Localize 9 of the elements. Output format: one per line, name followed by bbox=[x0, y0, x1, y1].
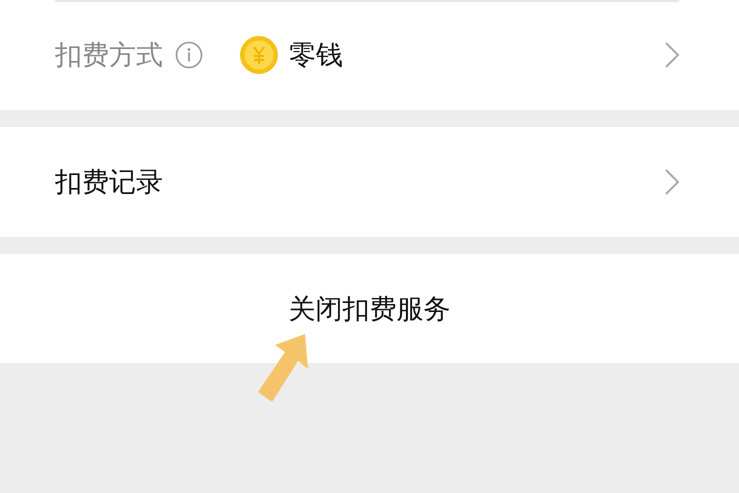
chevron-icon bbox=[664, 168, 680, 196]
pointer-arrow-drawing bbox=[258, 334, 310, 404]
coin-icon bbox=[239, 35, 279, 75]
payment-method-label: 扣费方式 bbox=[55, 39, 163, 73]
payment-method-value: 零钱 bbox=[289, 39, 343, 73]
close-service-button[interactable]: 关闭扣费服务 bbox=[0, 254, 739, 363]
chevron-icon bbox=[664, 41, 680, 69]
info-icon[interactable] bbox=[175, 41, 203, 69]
records-label: 扣费记录 bbox=[55, 166, 163, 200]
